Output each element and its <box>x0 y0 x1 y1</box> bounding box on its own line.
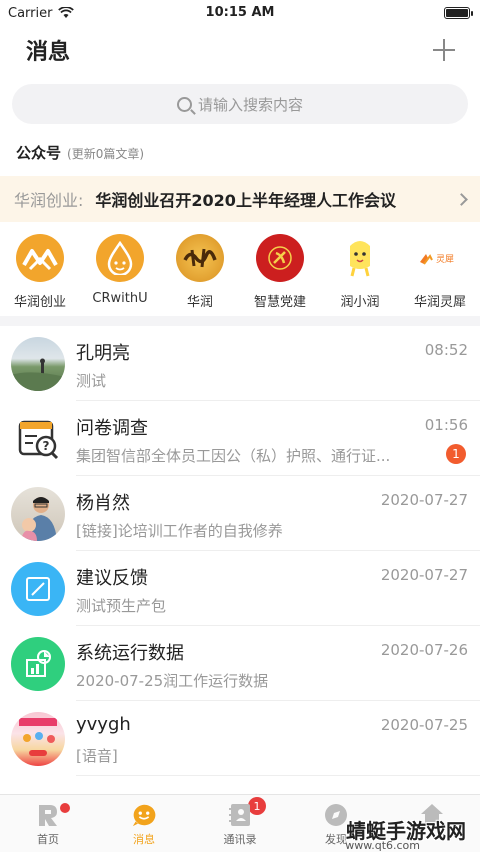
search-icon <box>176 96 192 112</box>
chat-preview: [语音] <box>76 747 118 765</box>
notification-dot <box>60 803 70 813</box>
tab-messages[interactable]: 1 消息 <box>96 795 266 852</box>
lingxi-logo-icon: 灵犀 <box>416 234 464 282</box>
public-account-party[interactable]: 智慧党建 <box>240 228 320 316</box>
home-r-icon <box>39 805 57 826</box>
chat-time: 08:52 <box>424 341 468 359</box>
tab-label: 消息 <box>133 833 155 846</box>
mascot-icon <box>336 234 384 282</box>
party-emblem-icon <box>256 234 304 282</box>
tab-label: 发现 <box>325 833 347 846</box>
list-item[interactable]: yvygh 2020-07-25 [语音] <box>0 701 480 776</box>
list-item[interactable]: 建议反馈 2020-07-27 测试预生产包 <box>0 551 480 626</box>
chat-name: 建议反馈 <box>76 568 148 589</box>
article-banner[interactable]: 华润创业: 华润创业召开2020上半年经理人工作会议 <box>0 176 480 222</box>
survey-icon: ? <box>11 411 65 466</box>
system-data-icon <box>11 636 65 691</box>
chat-time: 2020-07-26 <box>380 641 468 659</box>
search-placeholder: 请输入搜索内容 <box>197 95 303 114</box>
add-button[interactable] <box>432 38 456 62</box>
chat-list: 孔明亮 08:52 测试 ? 问卷调查 01:56 集团智信部全体员工因公（私）… <box>0 326 480 776</box>
public-account-huarun[interactable]: 华润 <box>160 228 240 316</box>
photo-person-avatar <box>11 486 65 541</box>
list-item[interactable]: 系统运行数据 2020-07-26 2020-07-25润工作运行数据 <box>0 626 480 701</box>
public-accounts-subtitle: (更新0篇文章) <box>67 147 145 161</box>
public-account-runxiaorun[interactable]: 润小润 <box>320 228 400 316</box>
feedback-icon <box>11 561 65 616</box>
search-bar[interactable]: 请输入搜索内容 <box>12 84 468 124</box>
chat-preview: 测试 <box>76 372 107 390</box>
smile-chat-icon <box>132 804 156 827</box>
status-bar: Carrier 10:15 AM <box>0 0 480 26</box>
chat-preview: 测试预生产包 <box>76 597 167 615</box>
tab-label: 首页 <box>37 833 59 846</box>
list-item[interactable]: 孔明亮 08:52 测试 <box>0 326 480 401</box>
public-accounts-title: 公众号 <box>16 144 62 162</box>
svg-text:灵犀: 灵犀 <box>436 254 454 265</box>
public-accounts-header: 公众号 (更新0篇文章) <box>0 142 480 162</box>
public-accounts-row: 华润创业 CRwithU 华润 智慧党建 润小润 灵犀 华润灵犀 <box>0 228 480 316</box>
chat-name: 杨肖然 <box>76 493 130 514</box>
water-drop-icon <box>96 234 144 282</box>
chat-time: 01:56 <box>424 416 468 434</box>
watermark-url: www.qt6.com <box>345 839 420 852</box>
chat-time: 2020-07-27 <box>380 566 468 584</box>
unread-badge: 1 <box>446 444 466 464</box>
contacts-icon <box>229 804 250 826</box>
banner-headline: 华润创业召开2020上半年经理人工作会议 <box>95 191 396 210</box>
header: 消息 <box>0 26 480 74</box>
public-account-crc[interactable]: 华润创业 <box>0 228 80 316</box>
tab-label: 通讯录 <box>223 833 257 846</box>
tab-home[interactable]: 首页 <box>0 795 96 852</box>
list-item[interactable]: 杨肖然 2020-07-27 [链接]论培训工作者的自我修养 <box>0 476 480 551</box>
chat-time: 2020-07-27 <box>380 491 468 509</box>
chat-time: 2020-07-25 <box>380 716 468 734</box>
section-divider <box>0 316 480 326</box>
chat-name: 孔明亮 <box>76 343 130 364</box>
banner-source: 华润创业: <box>14 191 84 210</box>
page-title: 消息 <box>26 40 71 65</box>
tab-contacts[interactable]: 通讯录 <box>192 795 288 852</box>
chat-name: yvygh <box>76 714 131 735</box>
chevron-right-icon <box>455 192 468 206</box>
list-item[interactable]: ? 问卷调查 01:56 集团智信部全体员工因公（私）护照、通行证... 1 <box>0 401 480 476</box>
calligraphy-icon <box>176 234 224 282</box>
chat-preview: 2020-07-25润工作运行数据 <box>76 672 269 690</box>
photo-landscape-avatar <box>11 336 65 391</box>
crc-logo-icon <box>16 234 64 282</box>
battery-icon <box>444 7 473 19</box>
chat-preview: 集团智信部全体员工因公（私）护照、通行证... <box>76 447 391 465</box>
carrier-label: Carrier <box>8 5 53 21</box>
chat-name: 系统运行数据 <box>76 643 184 664</box>
photo-poster-avatar <box>11 711 65 766</box>
svg-text:?: ? <box>43 439 50 453</box>
public-account-crwithu[interactable]: CRwithU <box>80 228 160 316</box>
chat-preview: [链接]论培训工作者的自我修养 <box>76 522 283 540</box>
public-account-lingxi[interactable]: 灵犀 华润灵犀 <box>400 228 480 316</box>
wifi-icon <box>58 7 75 18</box>
chat-name: 问卷调查 <box>76 418 148 439</box>
clock: 10:15 AM <box>205 5 275 20</box>
